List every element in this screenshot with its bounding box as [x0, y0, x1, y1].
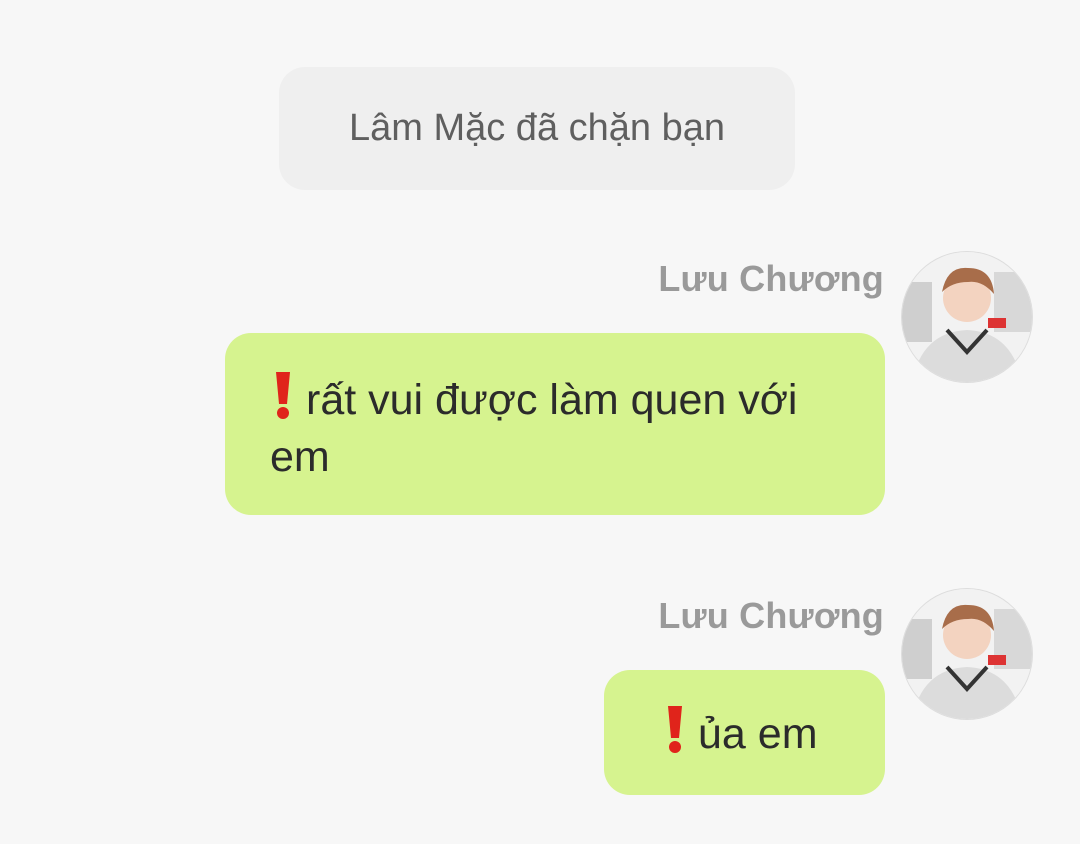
message-bubble[interactable]: rất vui được làm quen với em — [225, 333, 885, 515]
message-bubble[interactable]: ủa em — [604, 670, 885, 795]
sender-name: Lưu Chương — [658, 595, 884, 636]
avatar[interactable] — [902, 589, 1032, 719]
red-exclamation-icon — [662, 704, 688, 754]
system-notice: Lâm Mặc đã chặn bạn — [279, 67, 795, 190]
avatar-photo-icon — [902, 252, 1032, 382]
avatar-photo-icon — [902, 589, 1032, 719]
message-text: rất vui được làm quen với em — [270, 376, 798, 481]
sender-name: Lưu Chương — [658, 258, 884, 299]
system-notice-text: Lâm Mặc đã chặn bạn — [348, 107, 725, 149]
avatar[interactable] — [902, 252, 1032, 382]
message-text: ủa em — [698, 710, 818, 758]
red-exclamation-icon — [270, 370, 296, 420]
